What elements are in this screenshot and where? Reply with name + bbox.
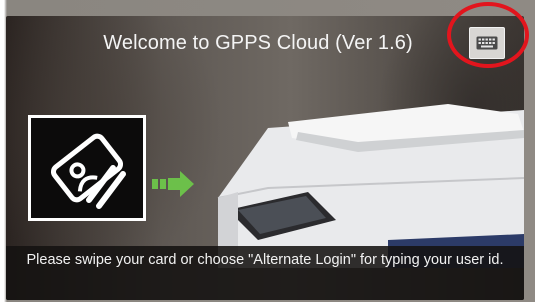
card-swipe-tile — [28, 115, 146, 221]
login-screen: Welcome to GPPS Cloud (Ver 1.6) Please s… — [6, 16, 524, 300]
title-bar: Welcome to GPPS Cloud (Ver 1.6) — [6, 22, 524, 64]
annotation-circle — [447, 2, 529, 68]
card-swipe-icon — [50, 133, 126, 209]
printer-illustration — [217, 104, 524, 268]
arrow-right-icon — [152, 171, 194, 197]
page-title: Welcome to GPPS Cloud (Ver 1.6) — [103, 31, 413, 54]
instructions-text: Please swipe your card or choose "Altern… — [6, 246, 524, 300]
